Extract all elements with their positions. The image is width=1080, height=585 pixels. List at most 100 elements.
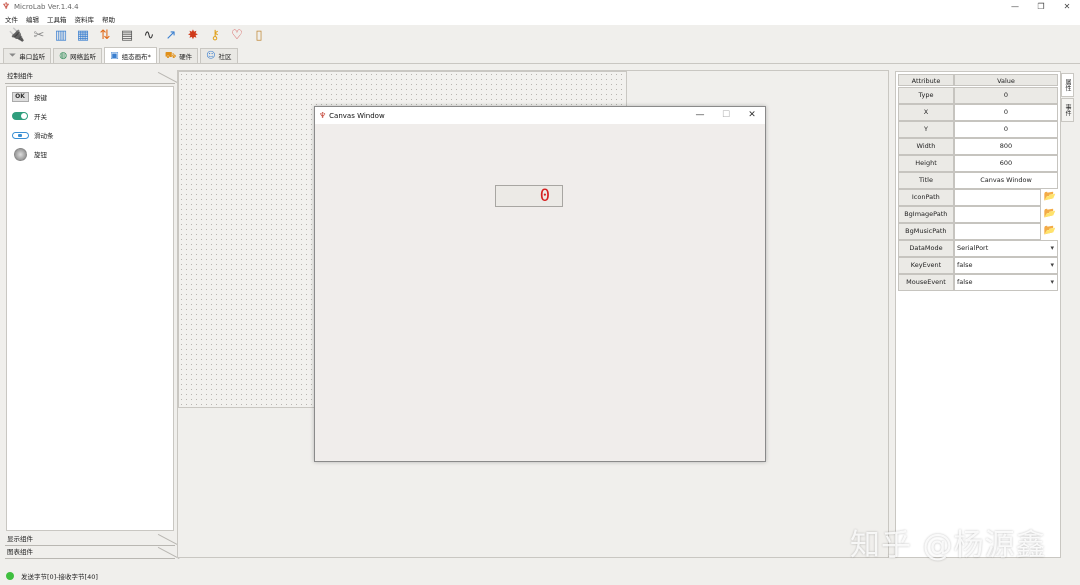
prop-value-datamode-select[interactable]: SerialPort — [954, 240, 1058, 257]
menu-edit[interactable]: 编辑 — [26, 14, 39, 24]
properties-panel: Attribute Value Type 0 X 0 Y 0 Width 800… — [895, 71, 1061, 558]
prop-value-mouseevent-select[interactable]: false — [954, 274, 1058, 291]
attribute-column-header: Attribute — [898, 74, 954, 86]
prop-row-datamode: DataMode SerialPort — [898, 240, 1058, 257]
byte-counter-text: 发送字节[0]-接收字节[40] — [21, 573, 98, 581]
tab-label: 社区 — [218, 53, 232, 61]
prop-row-title: Title Canvas Window — [898, 172, 1058, 189]
canvas-close-button[interactable]: ✕ — [739, 107, 765, 124]
component-panel: 控制组件 OK 按键 开关 滑动条 旋钮 — [5, 70, 175, 560]
prop-value-title[interactable]: Canvas Window — [954, 172, 1058, 189]
minimize-button[interactable]: — — [1002, 0, 1028, 13]
prop-attr: Width — [898, 138, 954, 155]
chart-icon[interactable]: ↗ — [162, 27, 180, 45]
formula-icon[interactable]: ∿ — [140, 27, 158, 45]
community-icon: ☺ — [206, 51, 216, 61]
prop-row-keyevent: KeyEvent false — [898, 257, 1058, 274]
key-icon[interactable]: ⚷ — [206, 27, 224, 45]
watermark: 知乎 @杨源鑫 — [850, 528, 1047, 563]
display-components-header[interactable]: 显示组件 — [5, 533, 175, 546]
control-components-header[interactable]: 控制组件 — [5, 70, 175, 84]
prop-row-x: X 0 — [898, 104, 1058, 121]
transfer-icon[interactable]: ⇅ — [96, 27, 114, 45]
app-titlebar: ♆ MicroLab Ver.1.4.4 — ❐ ✕ — [0, 0, 1080, 13]
component-knob[interactable]: 旋钮 — [11, 147, 47, 161]
chart-components-header[interactable]: 图表组件 — [5, 546, 175, 559]
prop-value-x[interactable]: 0 — [954, 104, 1058, 121]
tab-attributes[interactable]: 属性 — [1061, 73, 1074, 97]
slider-icon — [11, 130, 29, 140]
ok-button-icon: OK — [11, 92, 29, 102]
disconnect-icon[interactable]: ✂ — [30, 27, 48, 45]
prop-value-bgimagepath[interactable] — [953, 206, 1042, 223]
properties-table: Attribute Value Type 0 X 0 Y 0 Width 800… — [898, 74, 1058, 291]
status-bar: 发送字节[0]-接收字节[40] — [0, 567, 1080, 585]
app-logo-icon: ♆ — [319, 111, 327, 120]
connection-status-icon — [6, 572, 14, 580]
connect-icon[interactable]: 🔌 — [8, 27, 26, 45]
tab-serial-monitor[interactable]: ⏷ 串口监听 — [3, 48, 52, 63]
canvas-minimize-button[interactable]: — — [687, 107, 713, 124]
prop-row-mouseevent: MouseEvent false — [898, 274, 1058, 291]
canvas-preview-window[interactable]: ♆ Canvas Window — ☐ ✕ 0 — [314, 106, 766, 462]
menu-library[interactable]: 资料库 — [75, 14, 95, 24]
prop-value-width[interactable]: 800 — [954, 138, 1058, 155]
tab-label: 硬件 — [179, 53, 193, 61]
prop-attr: BgMusicPath — [898, 223, 954, 240]
prop-attr: X — [898, 104, 954, 121]
canvas-icon: ▣ — [110, 50, 119, 61]
folder-browse-icon[interactable]: 📂 — [1042, 206, 1058, 221]
prop-row-y: Y 0 — [898, 121, 1058, 138]
component-label: 按键 — [34, 94, 47, 102]
prop-value-y[interactable]: 0 — [954, 121, 1058, 138]
prop-row-height: Height 600 — [898, 155, 1058, 172]
menu-help[interactable]: 帮助 — [102, 14, 115, 24]
switch-icon — [11, 111, 29, 121]
filter-icon: ⏷ — [9, 51, 17, 61]
main-tabbar: ⏷ 串口监听 ◍ 网络监听 ▣ 组态画布* ⛟ 硬件 ☺ 社区 — [0, 47, 1080, 64]
component-label: 滑动条 — [34, 132, 54, 140]
tab-hardware[interactable]: ⛟ 硬件 — [158, 48, 199, 63]
tab-network-monitor[interactable]: ◍ 网络监听 — [53, 48, 103, 63]
component-groups-collapsed: 显示组件 图表组件 — [5, 533, 175, 559]
book-icon[interactable]: ▯ — [250, 27, 268, 45]
menu-bar: 文件 编辑 工具箱 资料库 帮助 — [0, 13, 1080, 25]
prop-value-height[interactable]: 600 — [954, 155, 1058, 172]
lcd-display-widget[interactable]: 0 — [495, 185, 563, 207]
calculator-icon[interactable]: ▤ — [118, 27, 136, 45]
prop-value-iconpath[interactable] — [953, 189, 1042, 206]
lcd-digit: 0 — [539, 186, 550, 206]
component-label: 旋钮 — [34, 151, 47, 159]
prop-value-bgmusicpath[interactable] — [953, 223, 1042, 240]
canvas-window-title: Canvas Window — [329, 111, 385, 120]
close-button[interactable]: ✕ — [1054, 0, 1080, 13]
prop-attr: IconPath — [898, 189, 954, 206]
canvas-window-titlebar[interactable]: ♆ Canvas Window — ☐ ✕ — [315, 107, 765, 124]
prop-attr: DataMode — [898, 240, 954, 257]
prop-attr: MouseEvent — [898, 274, 954, 291]
component-switch[interactable]: 开关 — [11, 109, 47, 123]
prop-row-bgmusicpath: BgMusicPath 📂 — [898, 223, 1058, 240]
maximize-button[interactable]: ❐ — [1028, 0, 1054, 13]
prop-value-keyevent-select[interactable]: false — [954, 257, 1058, 274]
menu-file[interactable]: 文件 — [5, 14, 18, 24]
plugin-icon[interactable]: ✸ — [184, 27, 202, 45]
value-column-header: Value — [954, 74, 1058, 86]
component-button[interactable]: OK 按键 — [11, 90, 47, 104]
folder-browse-icon[interactable]: 📂 — [1042, 189, 1058, 204]
folder-browse-icon[interactable]: 📂 — [1042, 223, 1058, 238]
canvas-maximize-button[interactable]: ☐ — [713, 107, 739, 124]
tab-canvas[interactable]: ▣ 组态画布* — [104, 47, 157, 63]
layout-icon[interactable]: ▥ — [52, 27, 70, 45]
component-slider[interactable]: 滑动条 — [11, 128, 54, 142]
window-icon[interactable]: ▦ — [74, 27, 92, 45]
tab-events[interactable]: 事件 — [1061, 98, 1074, 122]
tab-label: 网络监听 — [70, 53, 97, 61]
prop-value-type: 0 — [954, 87, 1058, 104]
menu-toolbox[interactable]: 工具箱 — [47, 14, 67, 24]
prop-row-iconpath: IconPath 📂 — [898, 189, 1058, 206]
prop-attr: KeyEvent — [898, 257, 954, 274]
heart-icon[interactable]: ♡ — [228, 27, 246, 45]
prop-attr: Y — [898, 121, 954, 138]
tab-community[interactable]: ☺ 社区 — [200, 48, 238, 63]
